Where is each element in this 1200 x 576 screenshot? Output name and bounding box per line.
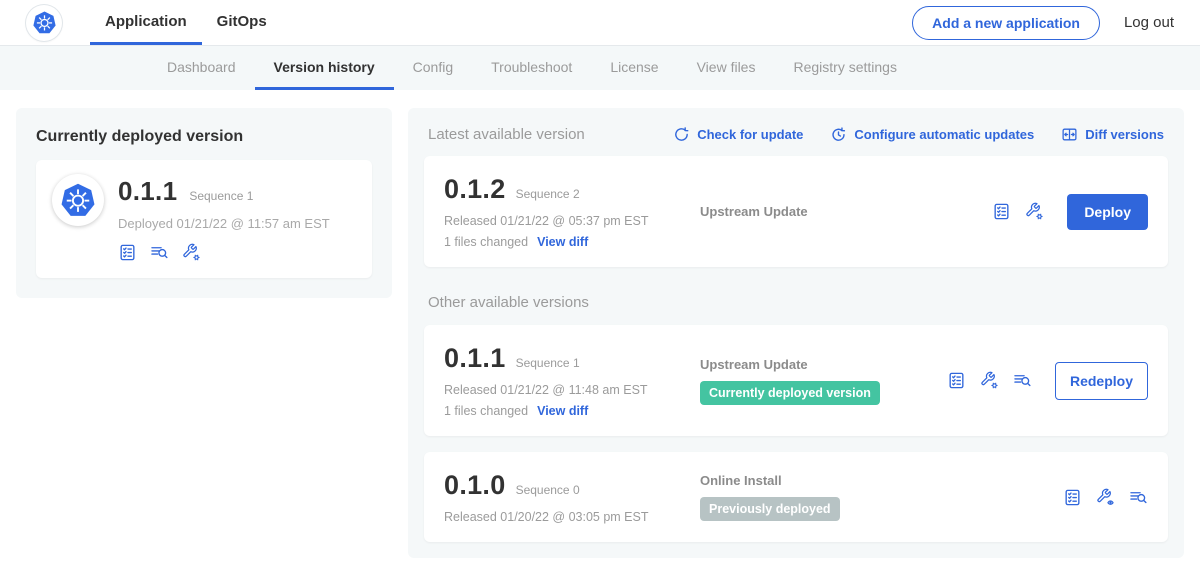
deployed-action-icons — [118, 243, 330, 262]
diff-versions-link[interactable]: Diff versions — [1061, 126, 1164, 143]
tab-gitops[interactable]: GitOps — [202, 0, 282, 45]
kubernetes-logo-icon — [58, 180, 98, 220]
header-tabs: Application GitOps — [90, 0, 282, 45]
version-actions — [1063, 488, 1148, 507]
sequence-label: Sequence 1 — [516, 356, 580, 370]
version-source-col: Upstream Update — [700, 204, 942, 219]
edit-config-wrench-icon[interactable] — [980, 371, 999, 390]
subnav-dashboard[interactable]: Dashboard — [148, 46, 255, 90]
edit-config-wrench-icon[interactable] — [1025, 202, 1044, 221]
deploy-logs-icon[interactable] — [150, 243, 169, 262]
available-header: Latest available version Check for updat… — [428, 126, 1164, 143]
diff-versions-label: Diff versions — [1085, 127, 1164, 142]
version-number: 0.1.2 — [444, 174, 506, 205]
version-source-label: Upstream Update — [700, 357, 942, 372]
subnav-version-history[interactable]: Version history — [255, 46, 394, 90]
view-diff-link[interactable]: View diff — [537, 404, 588, 418]
files-changed-label: 1 files changed — [444, 404, 528, 418]
other-available-title: Other available versions — [428, 294, 1164, 311]
version-actions: Deploy — [992, 194, 1148, 230]
version-actions: Redeploy — [947, 362, 1148, 400]
auto-update-clock-icon — [830, 126, 847, 143]
currently-deployed-title: Currently deployed version — [36, 128, 372, 146]
subnav-config[interactable]: Config — [394, 46, 472, 90]
preflight-checklist-icon[interactable] — [118, 243, 137, 262]
sequence-label: Sequence 0 — [516, 483, 580, 497]
preflight-checklist-icon[interactable] — [947, 371, 966, 390]
deployed-timestamp: Deployed 01/21/22 @ 11:57 am EST — [118, 216, 330, 231]
tab-application-label: Application — [105, 13, 187, 30]
version-source-col: Online Install Previously deployed — [700, 473, 942, 521]
available-versions-panel: Latest available version Check for updat… — [408, 108, 1184, 558]
available-actions: Check for update Configure automatic upd… — [673, 126, 1164, 143]
deployed-version-number: 0.1.1 — [118, 176, 177, 207]
diff-icon — [1061, 126, 1078, 143]
version-row-0-1-1: 0.1.1 Sequence 1 Released 01/21/22 @ 11:… — [424, 325, 1168, 436]
currently-deployed-badge: Currently deployed version — [700, 381, 880, 405]
deploy-button[interactable]: Deploy — [1067, 194, 1148, 230]
sequence-label: Sequence 2 — [516, 187, 580, 201]
subnav-license[interactable]: License — [591, 46, 677, 90]
released-timestamp: Released 01/20/22 @ 03:05 pm EST — [444, 510, 700, 524]
version-number: 0.1.1 — [444, 343, 506, 374]
preflight-checklist-icon[interactable] — [1063, 488, 1082, 507]
version-source-col: Upstream Update Currently deployed versi… — [700, 357, 942, 405]
latest-available-title: Latest available version — [428, 126, 585, 143]
check-for-update-label: Check for update — [697, 127, 803, 142]
version-number: 0.1.0 — [444, 470, 506, 501]
refresh-icon — [673, 126, 690, 143]
app-icon-badge — [52, 174, 104, 226]
subnav-view-files[interactable]: View files — [678, 46, 775, 90]
version-source-label: Upstream Update — [700, 204, 942, 219]
version-source-label: Online Install — [700, 473, 942, 488]
app-subnav: Dashboard Version history Config Trouble… — [0, 46, 1200, 90]
files-changed-label: 1 files changed — [444, 235, 528, 249]
deployed-sequence-label: Sequence 1 — [189, 189, 253, 203]
logout-link[interactable]: Log out — [1124, 14, 1174, 31]
currently-deployed-panel: Currently deployed version — [16, 108, 392, 298]
version-info: 0.1.1 Sequence 1 Released 01/21/22 @ 11:… — [444, 343, 700, 418]
app-header: Application GitOps Add a new application… — [0, 0, 1200, 46]
deploy-logs-icon[interactable] — [1013, 371, 1032, 390]
previously-deployed-badge: Previously deployed — [700, 497, 840, 521]
main-content: Currently deployed version — [0, 90, 1200, 576]
tab-application[interactable]: Application — [90, 0, 202, 45]
released-timestamp: Released 01/21/22 @ 05:37 pm EST — [444, 214, 700, 228]
view-diff-link[interactable]: View diff — [537, 235, 588, 249]
app-logo — [26, 5, 62, 41]
deployed-version-card: 0.1.1 Sequence 1 Deployed 01/21/22 @ 11:… — [36, 160, 372, 278]
deployed-version-body: 0.1.1 Sequence 1 Deployed 01/21/22 @ 11:… — [118, 174, 330, 262]
check-for-update-link[interactable]: Check for update — [673, 126, 803, 143]
configure-automatic-updates-link[interactable]: Configure automatic updates — [830, 126, 1034, 143]
kubernetes-logo-icon — [31, 9, 58, 36]
tab-gitops-label: GitOps — [217, 13, 267, 30]
add-application-button[interactable]: Add a new application — [912, 6, 1100, 40]
edit-config-wrench-icon[interactable] — [182, 243, 201, 262]
version-info: 0.1.0 Sequence 0 Released 01/20/22 @ 03:… — [444, 470, 700, 524]
version-row-0-1-0: 0.1.0 Sequence 0 Released 01/20/22 @ 03:… — [424, 452, 1168, 542]
redeploy-button[interactable]: Redeploy — [1055, 362, 1148, 400]
header-right: Add a new application Log out — [912, 0, 1174, 45]
version-info: 0.1.2 Sequence 2 Released 01/21/22 @ 05:… — [444, 174, 700, 249]
released-timestamp: Released 01/21/22 @ 11:48 am EST — [444, 383, 700, 397]
preflight-checklist-icon[interactable] — [992, 202, 1011, 221]
deploy-logs-icon[interactable] — [1129, 488, 1148, 507]
configure-automatic-updates-label: Configure automatic updates — [854, 127, 1034, 142]
subnav-troubleshoot[interactable]: Troubleshoot — [472, 46, 591, 90]
view-config-wrench-eye-icon[interactable] — [1096, 488, 1115, 507]
version-row-0-1-2: 0.1.2 Sequence 2 Released 01/21/22 @ 05:… — [424, 156, 1168, 267]
subnav-registry-settings[interactable]: Registry settings — [774, 46, 915, 90]
